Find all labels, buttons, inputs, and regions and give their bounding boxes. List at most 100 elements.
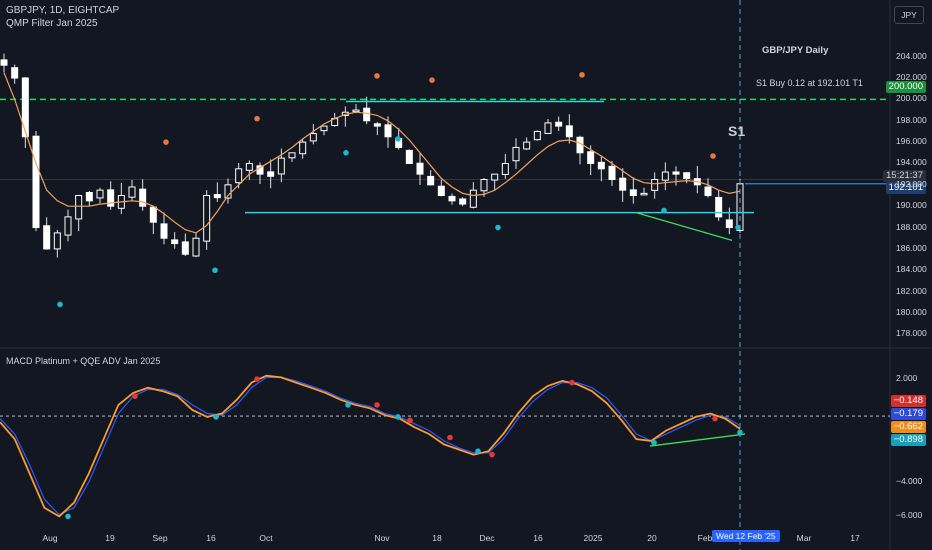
price-axis-tick: 186.000 — [896, 242, 927, 253]
chart-label: GBP/JPY Daily — [762, 45, 829, 56]
price-axis-tick: 184.000 — [896, 264, 927, 275]
candle-body — [501, 162, 509, 175]
price-axis-tick: 204.000 — [896, 50, 927, 61]
candle-body — [160, 223, 168, 239]
candle-body — [544, 122, 552, 134]
candle-body — [437, 185, 445, 197]
candle-body — [192, 237, 200, 257]
candle-body — [267, 171, 275, 177]
candle-body — [32, 135, 40, 229]
osc-axis-tick: −4.000 — [896, 476, 923, 487]
osc-axis-tick: −6.000 — [896, 510, 923, 521]
candle-body — [245, 162, 253, 171]
candle-body — [139, 188, 147, 207]
price-axis-tick: 180.000 — [896, 306, 927, 317]
time-axis-tick: Mar — [796, 533, 812, 543]
candle-body — [235, 168, 243, 184]
candle-body — [608, 165, 616, 180]
osc-buy-dot — [737, 429, 743, 436]
sell-signal-dot — [374, 73, 380, 79]
candle-body — [277, 157, 285, 175]
osc-sell-dot — [407, 417, 413, 424]
candle-body — [565, 125, 573, 138]
candle-body — [480, 178, 488, 192]
candle-body — [651, 178, 659, 191]
candle-body — [672, 171, 680, 175]
price-axis-tick: 190.000 — [896, 200, 927, 211]
osc-axis-tick: 2.000 — [896, 373, 918, 384]
candle-body — [203, 195, 211, 242]
time-axis-tick: 16 — [206, 533, 216, 543]
candle-body — [405, 149, 413, 164]
price-axis-tick: 200.000 — [896, 93, 927, 104]
candle-body — [149, 206, 157, 223]
candle-body — [704, 186, 712, 197]
time-axis-tick: Feb — [697, 533, 713, 543]
macd-line — [0, 374, 741, 518]
candle-body — [373, 123, 381, 127]
buy-signal-dot — [495, 224, 501, 231]
price-axis-tick: 196.000 — [896, 136, 927, 147]
s1-marker: S1 — [728, 123, 746, 139]
candle-body — [683, 172, 691, 179]
candle-body — [288, 152, 296, 159]
signal-line — [0, 376, 741, 516]
candle-body — [469, 189, 477, 208]
candle-body — [0, 59, 8, 66]
candle-body — [309, 133, 317, 142]
signal-note: S1 Buy 0.12 at 192.101 T1 — [756, 78, 863, 88]
osc-tag-3: −0.662 — [890, 421, 926, 433]
buy-signal-dot — [661, 207, 667, 214]
osc-buy-dot — [651, 439, 657, 446]
osc-buy-dot — [475, 448, 481, 455]
sell-signal-dot — [163, 139, 169, 145]
price-axis-tick: 194.000 — [896, 157, 927, 168]
candle-body — [43, 225, 51, 250]
time-axis-tick: 19 — [105, 533, 115, 543]
sell-signal-dot — [429, 77, 435, 83]
candle-body — [64, 216, 72, 236]
sell-signal-dot — [579, 72, 585, 78]
osc-sell-dot — [569, 379, 575, 386]
candle-body — [21, 77, 29, 138]
candle-body — [181, 241, 189, 255]
time-axis-tick: Aug — [42, 533, 58, 543]
osc-buy-dot — [395, 414, 401, 420]
candle-body — [597, 161, 605, 170]
osc-sell-dot — [447, 434, 453, 441]
price-axis-tick: 192.000 — [896, 178, 927, 189]
osc-sell-dot — [489, 451, 495, 458]
time-axis-tick: Nov — [374, 533, 390, 543]
candle-body — [661, 171, 669, 181]
osc-tag-2: −0.179 — [890, 408, 926, 420]
currency-button[interactable]: JPY — [894, 6, 924, 24]
candle-body — [555, 121, 563, 127]
candle-body — [363, 107, 371, 122]
candle-body — [725, 219, 733, 229]
time-axis-tick: Sep — [152, 533, 168, 543]
candle-body — [427, 175, 435, 186]
candle-body — [459, 198, 467, 205]
sell-signal-dot — [254, 115, 260, 122]
candle-body — [448, 195, 456, 202]
candle-body — [629, 189, 637, 197]
time-axis-tick: Dec — [479, 533, 495, 543]
price-axis-tick: 182.000 — [896, 285, 927, 296]
candle-body — [128, 186, 136, 198]
time-axis-tick: 18 — [432, 533, 442, 543]
osc-tag-4: −0.898 — [890, 434, 926, 446]
time-axis-tick: 16 — [533, 533, 543, 543]
buy-signal-dot — [57, 301, 63, 308]
candle-body — [523, 141, 531, 150]
cursor-date-tag: Wed 12 Feb '25 — [712, 530, 780, 542]
osc-buy-dot — [65, 513, 71, 520]
symbol-title: GBPJPY, 1D, EIGHTCAP — [6, 5, 120, 16]
osc-buy-dot — [345, 402, 351, 408]
candle-body — [96, 189, 104, 199]
price-axis-tick: 178.000 — [896, 328, 927, 339]
osc-sell-dot — [254, 376, 260, 382]
candle-body — [384, 124, 392, 138]
osc-divergence-line — [649, 433, 746, 447]
osc-buy-dot — [213, 414, 219, 420]
candle-body — [320, 125, 328, 132]
